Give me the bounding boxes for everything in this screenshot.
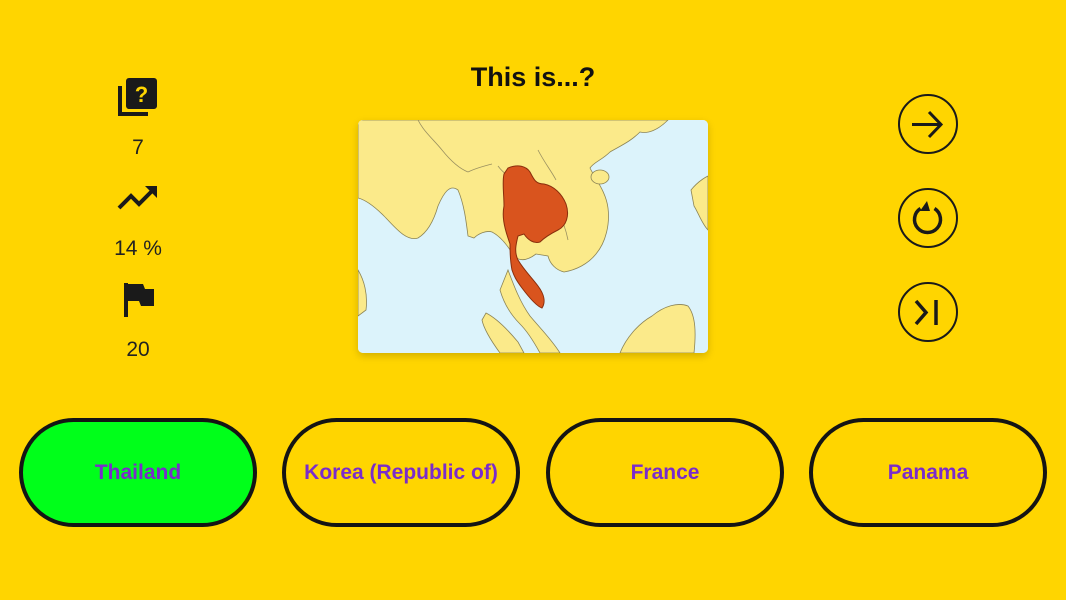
- country-map: [358, 120, 708, 353]
- svg-text:?: ?: [135, 82, 148, 107]
- next-button[interactable]: [898, 94, 958, 154]
- skip-button[interactable]: [898, 282, 958, 342]
- success-rate: 14 %: [114, 237, 162, 260]
- answer-button-france[interactable]: France: [546, 418, 784, 527]
- question-title: This is...?: [470, 62, 596, 92]
- trending-up-icon: [117, 178, 159, 220]
- skip-next-icon: [900, 285, 956, 340]
- total-count: 20: [126, 338, 150, 361]
- question-library-icon: ?: [117, 76, 159, 118]
- refresh-icon: [900, 191, 956, 246]
- answer-button-panama[interactable]: Panama: [809, 418, 1047, 527]
- restart-button[interactable]: [898, 188, 958, 248]
- answer-button-korea[interactable]: Korea (Republic of): [282, 418, 520, 527]
- answer-button-thailand[interactable]: Thailand: [19, 418, 257, 527]
- flag-icon: [117, 280, 159, 322]
- arrow-right-icon: [900, 97, 956, 152]
- questions-count: 7: [132, 136, 144, 159]
